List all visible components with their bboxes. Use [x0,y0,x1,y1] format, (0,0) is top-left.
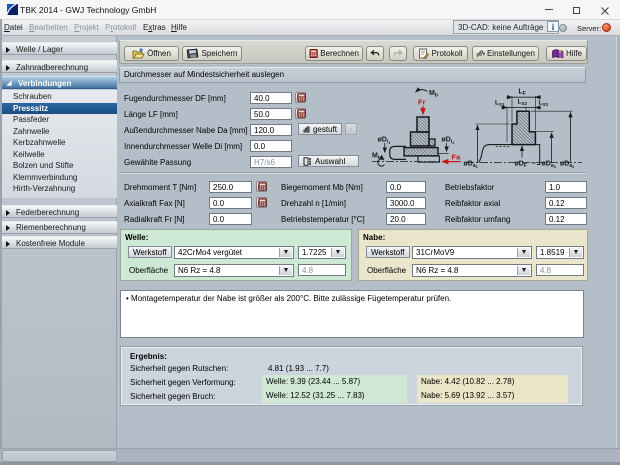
svg-text:øDa1: øDa1 [464,161,479,170]
svg-text:øDa3: øDa3 [542,161,557,170]
svg-text:øDa2: øDa2 [560,161,575,170]
svg-text:øDi2: øDi2 [442,137,456,146]
svg-text:øDF: øDF [515,161,527,170]
svg-text:LS3: LS3 [539,100,549,107]
svg-text:Fr: Fr [418,98,426,107]
svg-text:LS2: LS2 [518,99,528,106]
svg-text:LS1: LS1 [495,100,505,107]
svg-text:Mb: Mb [429,90,438,99]
svg-text:Fa: Fa [452,153,462,162]
svg-text:LF: LF [519,89,526,98]
svg-text:øDi1: øDi1 [378,137,392,146]
